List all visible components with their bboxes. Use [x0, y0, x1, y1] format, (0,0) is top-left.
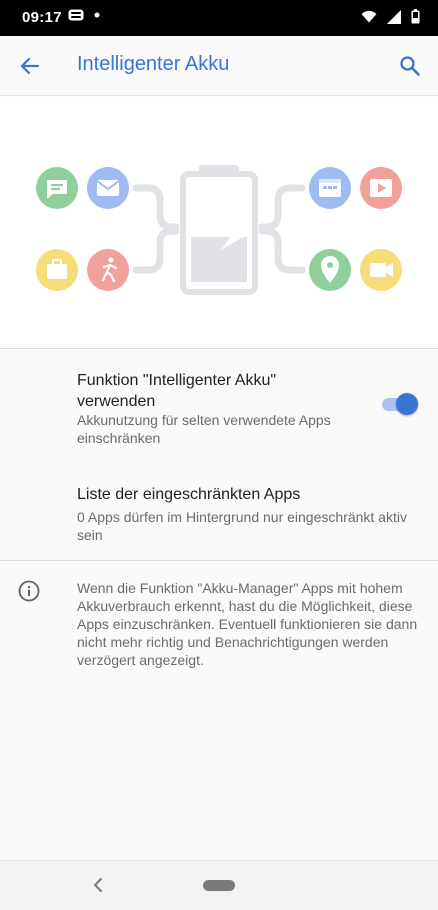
info-text: Wenn die Funktion "Akku-Manager" Apps mi… — [77, 580, 418, 668]
camera-icon — [360, 249, 402, 291]
toggle-thumb — [396, 393, 418, 415]
nav-back-icon[interactable] — [88, 875, 108, 895]
video-icon — [360, 167, 402, 209]
search-button[interactable] — [394, 50, 426, 82]
status-left-icons — [68, 9, 100, 21]
app-bar: Intelligenter Akku — [0, 36, 438, 96]
smart-battery-title: Funktion "Intelligenter Akku" verwenden — [77, 372, 277, 410]
status-bar: 09:17 — [0, 0, 438, 36]
mail-icon — [87, 167, 129, 209]
page-title: Intelligenter Akku — [77, 53, 230, 75]
smart-battery-toggle[interactable] — [380, 393, 418, 415]
info-icon — [18, 580, 40, 602]
restricted-apps-title: Liste der eingeschränkten Apps — [77, 486, 301, 503]
hero-illustration — [0, 97, 438, 349]
status-right-icons — [361, 9, 420, 24]
dot-icon — [94, 12, 100, 18]
smart-battery-setting[interactable]: Funktion "Intelligenter Akku" verwenden … — [0, 350, 438, 470]
battery-illustration-icon — [180, 165, 258, 295]
map-pin-icon — [309, 249, 351, 291]
signal-icon — [387, 9, 401, 24]
status-time: 09:17 — [22, 9, 62, 26]
navigation-bar — [0, 860, 438, 910]
battery-icon — [411, 9, 420, 24]
divider — [0, 560, 438, 561]
restricted-apps-summary: 0 Apps dürfen im Hintergrund nur eingesc… — [77, 509, 407, 543]
calendar-icon — [309, 167, 351, 209]
arrow-back-icon — [20, 57, 40, 75]
search-icon — [400, 56, 420, 76]
briefcase-icon — [36, 249, 78, 291]
restricted-apps-setting[interactable]: Liste der eingeschränkten Apps 0 Apps dü… — [0, 470, 438, 560]
message-icon — [36, 167, 78, 209]
hero-illustration-svg — [36, 165, 402, 295]
notification-icon — [68, 9, 84, 21]
back-button[interactable] — [14, 50, 46, 82]
home-pill-icon[interactable] — [203, 880, 235, 891]
wifi-icon — [361, 10, 377, 23]
smart-battery-summary: Akkunutzung für selten verwendete Apps e… — [77, 412, 331, 446]
runner-icon — [87, 249, 129, 291]
